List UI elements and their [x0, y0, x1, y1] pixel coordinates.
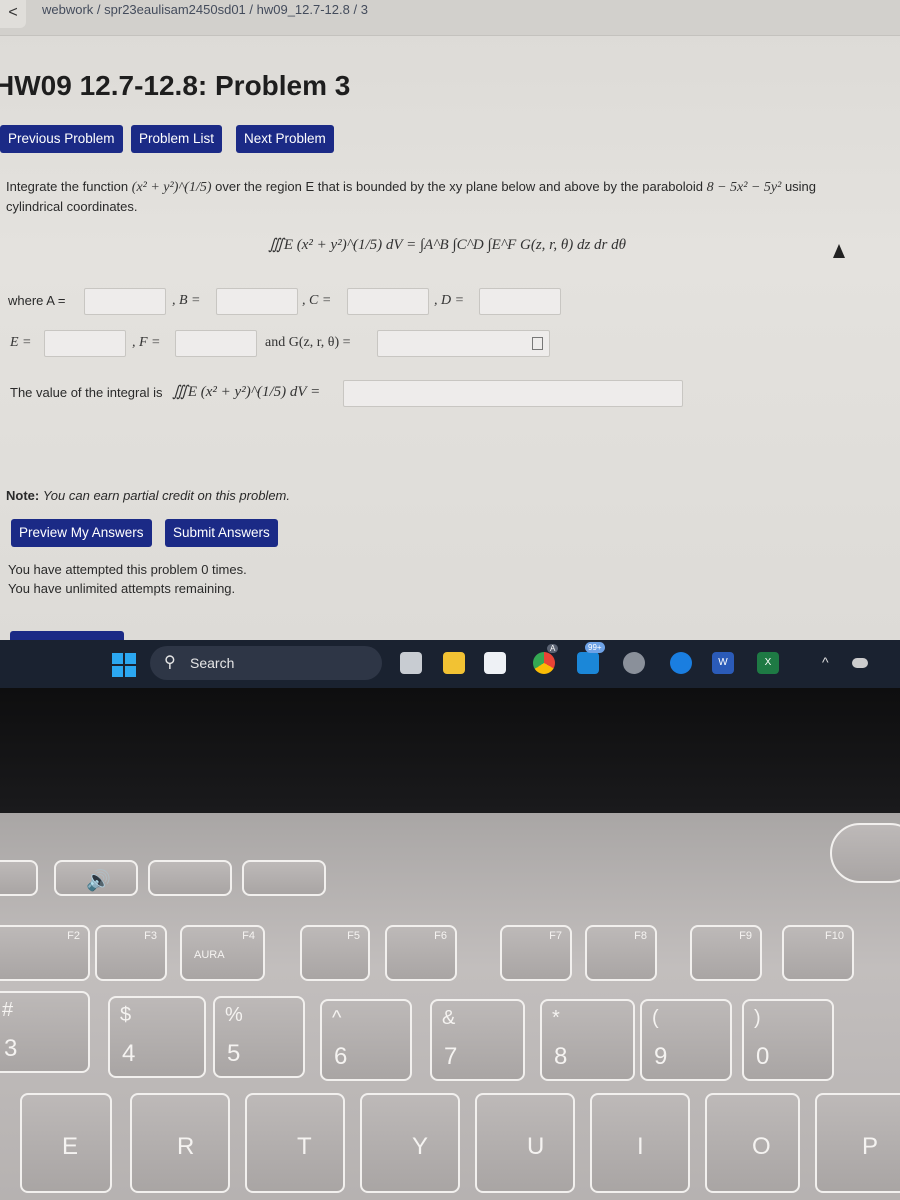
email-instructor-button[interactable] — [10, 631, 124, 640]
value-expression: ∭E (x² + y²)^(1/5) dV = — [172, 384, 321, 400]
label-d: , D = — [434, 293, 465, 308]
answer-e-input[interactable] — [44, 330, 126, 357]
settings-gear-icon[interactable] — [623, 652, 645, 674]
key-4[interactable]: $4 — [108, 996, 206, 1078]
answer-c-input[interactable] — [347, 288, 429, 315]
key-p[interactable]: P — [815, 1093, 900, 1193]
key-rog[interactable] — [242, 860, 326, 896]
preview-answers-button[interactable]: Preview My Answers — [11, 519, 152, 547]
taskbar-search[interactable]: ⚲ Search — [150, 646, 382, 680]
file-explorer-icon[interactable] — [443, 652, 465, 674]
back-chevron-icon[interactable]: < — [0, 0, 26, 28]
label-f: , F = — [132, 335, 161, 350]
label-b: , B = — [172, 293, 201, 308]
browser-screen: < webwork / spr23eaulisam2450sd01 / hw09… — [0, 0, 900, 640]
problem-statement: Integrate the function (x² + y²)^(1/5) o… — [6, 179, 817, 195]
key-f10[interactable]: F10 — [782, 925, 854, 981]
power-button[interactable] — [830, 823, 900, 883]
answer-g-input[interactable] — [377, 330, 550, 357]
note: Note: You can earn partial credit on thi… — [6, 488, 290, 503]
problem-statement-cont: cylindrical coordinates. — [6, 199, 138, 214]
label-e: E = — [10, 335, 32, 350]
chrome-icon[interactable]: A — [533, 644, 559, 674]
integral-value-input[interactable] — [343, 380, 683, 407]
key-f7[interactable]: F7 — [500, 925, 572, 981]
submit-answers-button[interactable]: Submit Answers — [165, 519, 278, 547]
breadcrumb-bar: < webwork / spr23eaulisam2450sd01 / hw09… — [0, 0, 900, 36]
answer-f-input[interactable] — [175, 330, 257, 357]
attempts-remaining: You have unlimited attempts remaining. — [8, 581, 236, 596]
laptop-bezel — [0, 688, 900, 813]
key-f9[interactable]: F9 — [690, 925, 762, 981]
integral-equation: ∭E (x² + y²)^(1/5) dV = ∫A^B ∫C^D ∫E^F G… — [268, 237, 626, 253]
label-c: , C = — [302, 293, 332, 308]
answer-d-input[interactable] — [479, 288, 561, 315]
key-5[interactable]: % 5 — [213, 996, 305, 1078]
key-e[interactable]: E — [20, 1093, 112, 1193]
task-view-icon[interactable] — [400, 652, 422, 674]
answer-b-input[interactable] — [216, 288, 298, 315]
label-value: The value of the integral is — [10, 385, 163, 400]
keyboard: 🔊 F2 F3 F4 AURA F5 F6 F7 F8 F9 F10 #3 $4 … — [0, 813, 900, 1200]
search-icon: ⚲ — [164, 654, 176, 671]
mail-icon[interactable]: 99+ — [577, 642, 605, 674]
word-icon[interactable]: W — [712, 652, 734, 674]
key-o[interactable]: O — [705, 1093, 800, 1193]
key-u[interactable]: U — [475, 1093, 575, 1193]
key-f6[interactable]: F6 — [385, 925, 457, 981]
key-t[interactable]: T — [245, 1093, 345, 1193]
windows-start-icon[interactable] — [112, 653, 136, 677]
key-9[interactable]: (9 — [640, 999, 732, 1081]
key-volume[interactable]: 🔊 — [54, 860, 138, 896]
cloud-icon[interactable] — [852, 658, 868, 668]
answer-a-input[interactable] — [84, 288, 166, 315]
key-f2[interactable]: F2 — [0, 925, 90, 981]
vpn-icon[interactable] — [670, 652, 692, 674]
key-mic-mute[interactable] — [148, 860, 232, 896]
key-7[interactable]: & 7 — [430, 999, 525, 1081]
page-title: HW09 12.7-12.8: Problem 3 — [0, 70, 351, 101]
store-icon[interactable] — [484, 652, 506, 674]
key-0[interactable]: ) 0 — [742, 999, 834, 1081]
key-y[interactable]: Y — [360, 1093, 460, 1193]
key-f8[interactable]: F8 — [585, 925, 657, 981]
key-r[interactable]: R — [130, 1093, 230, 1193]
attempts-status: You have attempted this problem 0 times. — [8, 562, 247, 577]
key-8[interactable]: * 8 — [540, 999, 635, 1081]
taskbar: ⚲ Search A 99+ W X ^ — [0, 640, 900, 688]
key-i[interactable]: I — [590, 1093, 690, 1193]
key-f5[interactable]: F5 — [300, 925, 370, 981]
problem-list-button[interactable]: Problem List — [131, 125, 223, 153]
equation-editor-icon[interactable] — [532, 337, 543, 350]
key-6[interactable]: ^ 6 — [320, 999, 412, 1081]
previous-problem-button[interactable]: Previous Problem — [0, 125, 123, 153]
excel-icon[interactable]: X — [757, 652, 779, 674]
key-f1-partial[interactable] — [0, 860, 38, 896]
label-g: and G(z, r, θ) = — [265, 335, 351, 350]
label-a: where A = — [8, 293, 66, 308]
key-f4[interactable]: F4 AURA — [180, 925, 265, 981]
volume-icon: 🔊 — [86, 870, 111, 892]
breadcrumb[interactable]: webwork / spr23eaulisam2450sd01 / hw09_1… — [42, 2, 368, 17]
key-3[interactable]: #3 — [0, 991, 90, 1073]
next-problem-button[interactable]: Next Problem — [236, 125, 334, 153]
key-f3[interactable]: F3 — [95, 925, 167, 981]
chevron-up-icon[interactable]: ^ — [822, 654, 829, 670]
mouse-cursor-icon — [833, 244, 845, 258]
